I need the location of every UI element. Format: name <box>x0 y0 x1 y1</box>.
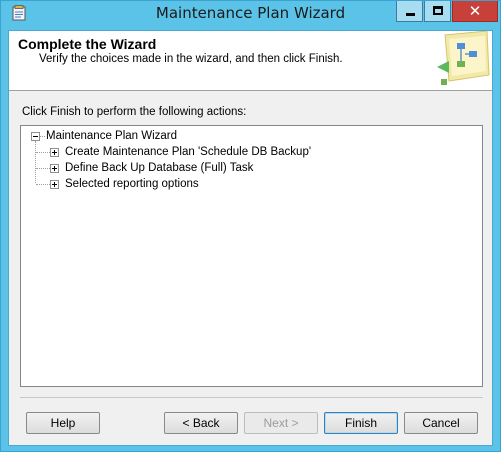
maximize-button[interactable] <box>424 1 451 22</box>
tree-item-reporting[interactable]: Selected reporting options <box>65 176 199 192</box>
close-button[interactable]: ✕ <box>452 1 498 22</box>
page-title: Complete the Wizard <box>18 36 157 52</box>
tree-connector <box>36 184 50 185</box>
wizard-client-area: Complete the Wizard Verify the choices m… <box>8 30 493 446</box>
maximize-icon <box>433 6 443 15</box>
tree-connector <box>36 152 50 153</box>
tree-item-create-plan[interactable]: Create Maintenance Plan 'Schedule DB Bac… <box>65 144 311 160</box>
help-button[interactable]: Help <box>26 412 100 434</box>
expand-toggle-icon[interactable] <box>50 180 59 189</box>
expand-toggle-icon[interactable] <box>50 148 59 157</box>
wizard-window: Maintenance Plan Wizard ✕ Complete the W… <box>0 0 501 452</box>
tree-connector <box>36 168 50 169</box>
collapse-toggle-icon[interactable] <box>31 132 40 141</box>
back-button[interactable]: < Back <box>164 412 238 434</box>
minimize-button[interactable] <box>396 1 423 22</box>
wizard-header: Complete the Wizard Verify the choices m… <box>9 31 492 91</box>
wizard-graphic-icon <box>437 31 490 85</box>
tree-connector <box>40 136 45 137</box>
minimize-icon <box>406 13 415 16</box>
cancel-button[interactable]: Cancel <box>404 412 478 434</box>
actions-tree[interactable]: Maintenance Plan Wizard Create Maintenan… <box>20 125 483 387</box>
tree-item-backup-task[interactable]: Define Back Up Database (Full) Task <box>65 160 253 176</box>
tree-root[interactable]: Maintenance Plan Wizard <box>46 128 177 144</box>
next-button[interactable]: Next > <box>244 412 318 434</box>
tree-connector <box>35 141 36 183</box>
title-bar[interactable]: Maintenance Plan Wizard ✕ <box>1 1 500 27</box>
close-icon: ✕ <box>468 2 482 20</box>
expand-toggle-icon[interactable] <box>50 164 59 173</box>
finish-button[interactable]: Finish <box>324 412 398 434</box>
instructions-label: Click Finish to perform the following ac… <box>22 106 247 118</box>
page-subtitle: Verify the choices made in the wizard, a… <box>39 53 343 65</box>
footer-divider <box>20 397 483 398</box>
